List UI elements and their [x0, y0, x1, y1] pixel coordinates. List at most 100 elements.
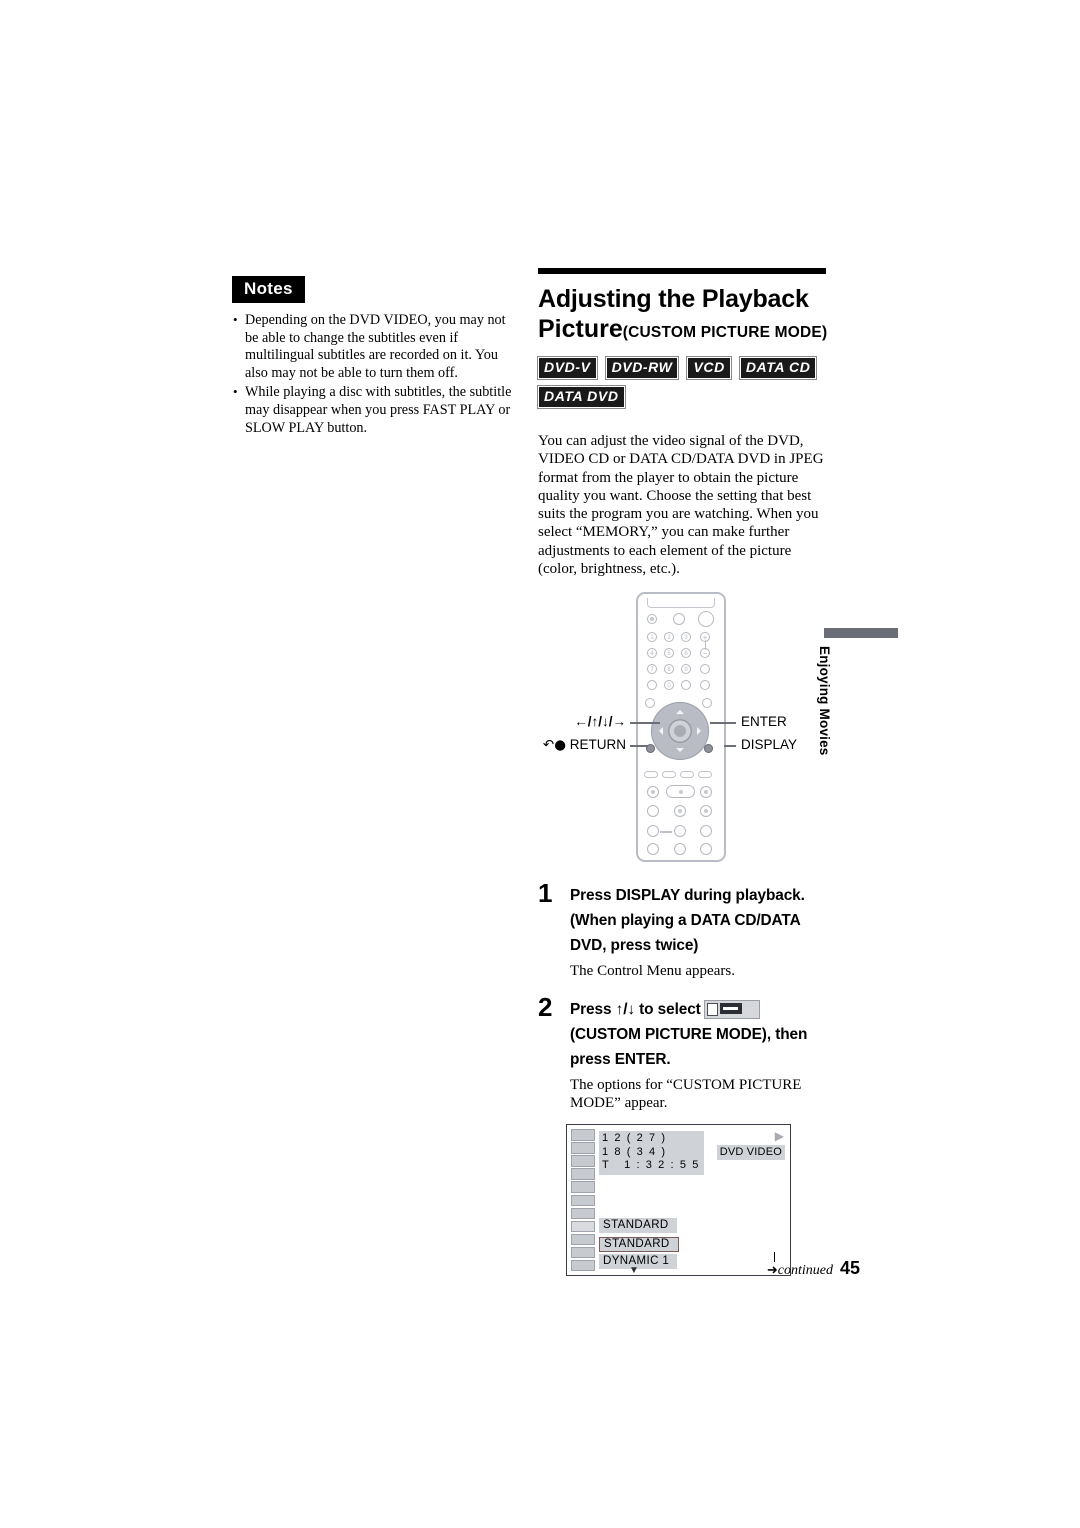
remote-stop-button: [700, 805, 712, 818]
remote-pause-button: [674, 805, 686, 818]
osd-option-selected: STANDARD: [599, 1237, 679, 1253]
page-title-paren: (CUSTOM PICTURE MODE): [622, 324, 828, 341]
side-tab-label: Enjoying Movies: [817, 646, 832, 756]
media-badge-data-cd: DATA CD: [739, 357, 817, 379]
step-2-heading: Press ↑/↓ to select (CUSTOM PICTURE MODE…: [570, 997, 826, 1072]
osd-disc-label: DVD VIDEO: [716, 1145, 785, 1161]
custom-picture-mode-icon: [703, 999, 760, 1019]
note-item: Depending on the DVD VIDEO, you may not …: [232, 311, 522, 382]
remote-body: 1 2 3 + 4 5 6 − 7 8 9 0: [636, 592, 726, 863]
step-1-heading: Press DISPLAY during playback. (When pla…: [570, 883, 826, 958]
play-icon: ▶: [774, 1129, 784, 1144]
step-1-body: The Control Menu appears.: [570, 963, 735, 980]
step-2-body: The options for “CUSTOM PICTURE MODE” ap…: [570, 1076, 802, 1111]
remote-display-button: [704, 744, 713, 754]
osd-info-line2: 1 8 ( 3 4 ): [602, 1145, 667, 1158]
remote-number-1: 1: [647, 632, 657, 643]
footer-tick-mark: [774, 1252, 776, 1262]
remote-enter-button: [674, 725, 686, 738]
continued-label: continued: [777, 1263, 833, 1278]
remote-aux-button-h: [647, 843, 659, 856]
step-1-heading-line1: Press DISPLAY during playback.: [570, 887, 805, 905]
callout-enter-line: [710, 722, 736, 724]
osd-current-value: STANDARD: [599, 1218, 677, 1234]
osd-strip-cell: [571, 1207, 595, 1220]
remote-number-3: 3: [681, 632, 691, 643]
step-1-heading-line2: (When playing a DATA CD/DATA: [570, 912, 801, 930]
remote-clear-button: [647, 680, 657, 691]
remote-forward-button: [680, 771, 694, 779]
remote-display-window: [647, 598, 715, 609]
remote-number-4: 4: [647, 648, 657, 659]
remote-aux-button-b: [681, 680, 691, 691]
osd-strip-cell: [571, 1194, 595, 1207]
step-1-number: 1: [538, 878, 553, 909]
step-2-heading-line1: Press ↑/↓ to select: [570, 997, 826, 1022]
osd-strip-cell: [571, 1259, 595, 1272]
callout-display-line: [724, 745, 736, 747]
media-badge-group: DVD-V DVD-RW VCD DATA CD DATA DVD: [538, 357, 826, 415]
remote-control-diagram: 1 2 3 + 4 5 6 − 7 8 9 0 ←/↑/↓/→ ↶● RETUR…: [538, 592, 826, 867]
remote-number-9: 9: [681, 664, 691, 675]
step-2-heading-line2: (CUSTOM PICTURE MODE), then: [570, 1025, 808, 1043]
remote-menu-button: [702, 698, 712, 709]
return-arrow-icon: ↶●: [542, 737, 566, 754]
remote-enter-ring: [668, 719, 692, 744]
remote-power-button: [647, 614, 657, 625]
icon-left-panel: [706, 1002, 718, 1016]
remote-tv-button: [673, 613, 685, 626]
notes-list: Depending on the DVD VIDEO, you may not …: [232, 311, 522, 437]
osd-disc-info: ▶ DVD VIDEO: [716, 1129, 785, 1161]
remote-number-8: 8: [664, 664, 674, 675]
remote-nav-wheel: [651, 702, 709, 761]
step-2: 2 Press ↑/↓ to select (CUSTOM PICTURE MO…: [538, 992, 826, 1113]
intro-paragraph: You can adjust the video signal of the D…: [538, 433, 824, 578]
osd-strip-cell: [571, 1246, 595, 1259]
nav-up-arrow-icon: [676, 706, 684, 715]
remote-number-0: 0: [664, 680, 674, 691]
remote-eject-button: [698, 611, 714, 628]
step-2-heading-line3: press ENTER.: [570, 1050, 671, 1068]
remote-number-6: 6: [681, 648, 691, 659]
osd-screen-mockup: 1 2 ( 2 7 ) 1 8 ( 3 4 ) T 1 : 3 2 : 5 5 …: [566, 1124, 791, 1277]
nav-left-arrow-icon: [655, 727, 663, 736]
side-tab-bar: [824, 628, 898, 638]
osd-control-menu-strip: [571, 1129, 595, 1272]
remote-number-7: 7: [647, 664, 657, 675]
media-badge-vcd: VCD: [687, 357, 731, 379]
remote-play-button: [666, 785, 695, 799]
osd-playback-info: 1 2 ( 2 7 ) 1 8 ( 3 4 ) T 1 : 3 2 : 5 5: [599, 1131, 704, 1175]
remote-link-bar: [660, 831, 672, 833]
section-title-rule: [538, 268, 826, 274]
callout-return-text: RETURN: [569, 737, 626, 753]
remote-next-chapter-button: [698, 771, 712, 779]
remote-prev-chapter-button: [644, 771, 658, 779]
remote-rewind-button: [662, 771, 676, 779]
media-badge-dvd-rw: DVD-RW: [605, 357, 679, 379]
note-item: While playing a disc with subtitles, the…: [232, 383, 522, 437]
icon-right-panel: [719, 1002, 742, 1014]
remote-aux-button-i: [674, 843, 686, 856]
main-content-column: Adjusting the Playback Picture(CUSTOM PI…: [538, 268, 828, 1277]
callout-arrow-keys-label: ←/↑/↓/→: [574, 714, 626, 730]
osd-strip-cell: [571, 1142, 595, 1154]
osd-strip-cell: [571, 1168, 595, 1180]
remote-number-5: 5: [664, 648, 674, 659]
remote-scan-back-button: [647, 786, 659, 799]
remote-aux-button-f: [674, 825, 686, 838]
notes-badge: Notes: [232, 276, 305, 303]
callout-return-line: [630, 745, 648, 747]
page-footer: ➜continued 45: [700, 1252, 860, 1279]
osd-info-line1: 1 2 ( 2 7 ): [602, 1132, 667, 1145]
step-2-number: 2: [538, 991, 553, 1022]
media-badge-dvd-v: DVD-V: [538, 357, 597, 379]
remote-volume-bar: [704, 640, 706, 651]
remote-aux-button-g: [700, 825, 712, 838]
osd-strip-cell: [571, 1129, 595, 1141]
remote-aux-button-e: [647, 825, 659, 838]
callout-arrow-keys-line: [630, 722, 660, 724]
page-subtitle-line: Picture(CUSTOM PICTURE MODE): [538, 314, 828, 348]
remote-top-menu-button: [645, 698, 655, 709]
step-1-heading-line3: DVD, press twice): [570, 937, 699, 955]
remote-aux-button-a: [700, 664, 710, 675]
